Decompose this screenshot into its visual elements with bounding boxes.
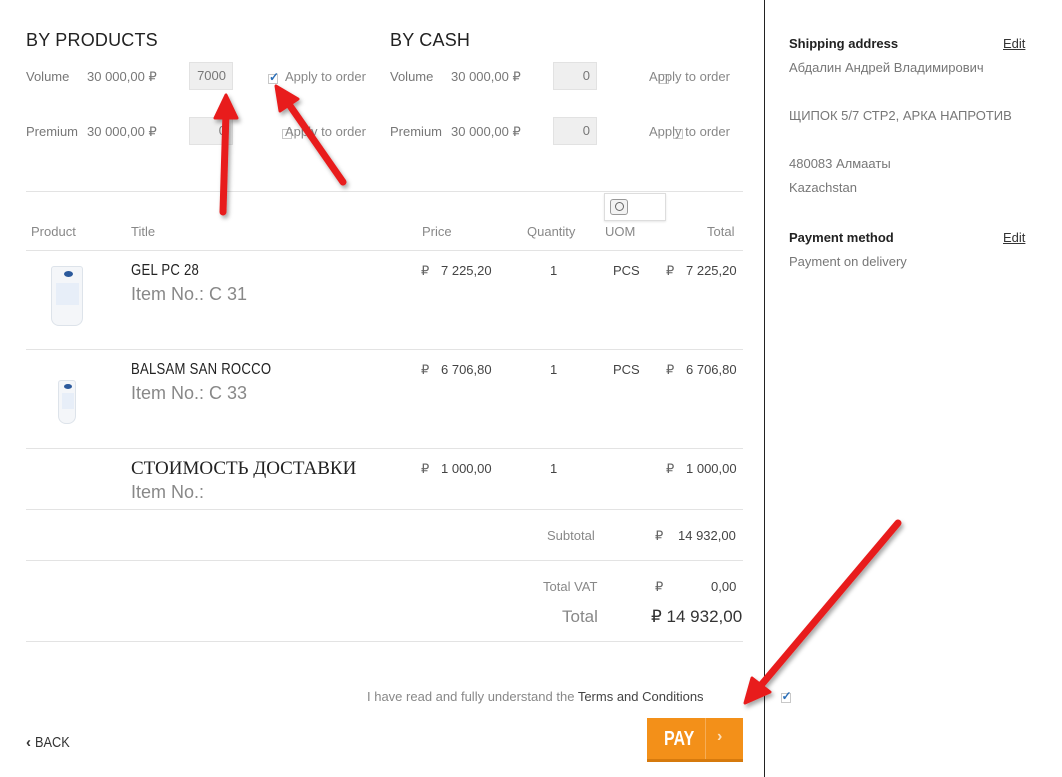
payment-method-value: Payment on delivery bbox=[789, 254, 907, 269]
subtotal-currency: ₽ bbox=[655, 528, 664, 543]
row-price-currency: ₽ bbox=[421, 461, 430, 476]
row-price: 6 706,80 bbox=[441, 362, 492, 377]
shipping-edit-link[interactable]: Edit bbox=[1003, 36, 1025, 51]
by-products-heading: BY PRODUCTS bbox=[26, 30, 158, 50]
row-price-currency: ₽ bbox=[421, 362, 430, 377]
payment-edit-link[interactable]: Edit bbox=[1003, 230, 1025, 245]
premium-amount: 30 000,00 ₽ bbox=[87, 124, 157, 139]
volume-amount: 30 000,00 ₽ bbox=[87, 69, 157, 84]
row-total-currency: ₽ bbox=[666, 263, 675, 278]
product-image-balsam-tube[interactable] bbox=[58, 380, 76, 424]
row-price: 7 225,20 bbox=[441, 263, 492, 278]
row-price-currency: ₽ bbox=[421, 263, 430, 278]
col-header-title: Title bbox=[131, 224, 156, 239]
products-volume-input[interactable]: 7000 bbox=[189, 62, 233, 90]
terms-checkbox[interactable] bbox=[780, 689, 792, 703]
annotation-arrow-up bbox=[213, 93, 239, 216]
row-uom: PCS bbox=[613, 362, 640, 377]
cash-premium-apply-label: Apply to order bbox=[649, 124, 730, 139]
premium-label: Premium bbox=[26, 124, 79, 139]
shipping-city: 480083 Алмааты bbox=[789, 156, 891, 171]
vat-label: Total VAT bbox=[543, 579, 598, 594]
divider bbox=[26, 509, 743, 510]
col-header-quantity: Quantity bbox=[527, 224, 576, 239]
vat-currency: ₽ bbox=[655, 579, 664, 594]
row-total-currency: ₽ bbox=[666, 362, 675, 377]
cash-premium-label: Premium bbox=[390, 124, 443, 139]
back-button[interactable]: ‹ BACK bbox=[26, 734, 76, 751]
products-volume-apply-checkbox[interactable] bbox=[268, 70, 279, 84]
sidebar-divider bbox=[764, 0, 765, 777]
cash-volume-label: Volume bbox=[390, 69, 434, 84]
row-uom: PCS bbox=[613, 263, 640, 278]
cash-premium-input[interactable]: 0 bbox=[553, 117, 597, 145]
col-header-product: Product bbox=[31, 224, 76, 239]
annotation-arrow-terms bbox=[743, 519, 902, 705]
row-item-no: Item No.: C 31 bbox=[131, 284, 248, 304]
divider bbox=[26, 448, 743, 449]
row-quantity: 1 bbox=[550, 263, 558, 278]
shipping-name: Абдалин Андрей Владимирович bbox=[789, 60, 984, 75]
row-quantity: 1 bbox=[550, 461, 558, 476]
terms-link[interactable]: Terms and Conditions bbox=[578, 689, 704, 704]
back-label: BACK bbox=[35, 734, 70, 751]
col-header-price: Price bbox=[422, 224, 452, 239]
divider bbox=[26, 641, 743, 642]
subtotal-label: Subtotal bbox=[547, 528, 595, 543]
pay-separator bbox=[705, 718, 706, 759]
divider bbox=[26, 250, 743, 251]
divider bbox=[26, 191, 743, 192]
row-quantity: 1 bbox=[550, 362, 558, 377]
cash-volume-amount: 30 000,00 ₽ bbox=[451, 69, 521, 84]
cash-premium-amount: 30 000,00 ₽ bbox=[451, 124, 521, 139]
row-total: 6 706,80 bbox=[686, 362, 737, 377]
products-premium-apply-label: Apply to order bbox=[285, 124, 366, 139]
divider bbox=[26, 560, 743, 561]
shipping-country: Kazachstan bbox=[789, 180, 857, 195]
products-premium-input[interactable]: 0 bbox=[189, 117, 233, 145]
product-image-gel-tube[interactable] bbox=[51, 266, 83, 326]
shipping-street: ЩИПОК 5/7 СТР2, АРКА НАПРОТИВ bbox=[789, 108, 1012, 123]
shipping-address-heading: Shipping address bbox=[789, 36, 899, 51]
total-label: Total bbox=[562, 607, 598, 626]
row-title: GEL PC 28 bbox=[131, 262, 200, 279]
products-volume-apply-label: Apply to order bbox=[285, 69, 366, 84]
row-price: 1 000,00 bbox=[441, 461, 492, 476]
row-title: BALSAM SAN ROCCO bbox=[131, 361, 272, 378]
col-header-uom: UOM bbox=[605, 224, 636, 239]
terms-prefix: I have read and fully understand the bbox=[367, 689, 575, 704]
cash-volume-apply-label: Apply to order bbox=[649, 69, 730, 84]
subtotal-value: 14 932,00 bbox=[678, 528, 736, 543]
row-item-no: Item No.: C 33 bbox=[131, 383, 248, 403]
pay-button[interactable]: PAY › bbox=[647, 718, 743, 762]
terms-line: I have read and fully understand the Ter… bbox=[367, 689, 704, 704]
total-value: ₽ 14 932,00 bbox=[651, 607, 743, 626]
floating-tool-widget[interactable] bbox=[604, 193, 666, 221]
pay-label: PAY bbox=[664, 728, 695, 750]
chevron-right-icon: › bbox=[717, 728, 723, 745]
chevron-left-icon: ‹ bbox=[26, 734, 31, 751]
cash-volume-input[interactable]: 0 bbox=[553, 62, 597, 90]
row-total: 7 225,20 bbox=[686, 263, 737, 278]
row-total-currency: ₽ bbox=[666, 461, 675, 476]
by-cash-heading: BY CASH bbox=[390, 30, 471, 50]
row-item-no: Item No.: bbox=[131, 482, 205, 502]
row-title: СТОИМОСТЬ ДОСТАВКИ bbox=[131, 458, 357, 479]
volume-label: Volume bbox=[26, 69, 70, 84]
divider bbox=[26, 349, 743, 350]
tool-icon[interactable] bbox=[610, 199, 628, 215]
payment-method-heading: Payment method bbox=[789, 230, 894, 245]
row-total: 1 000,00 bbox=[686, 461, 737, 476]
col-header-total: Total bbox=[707, 224, 735, 239]
vat-value: 0,00 bbox=[711, 579, 737, 594]
